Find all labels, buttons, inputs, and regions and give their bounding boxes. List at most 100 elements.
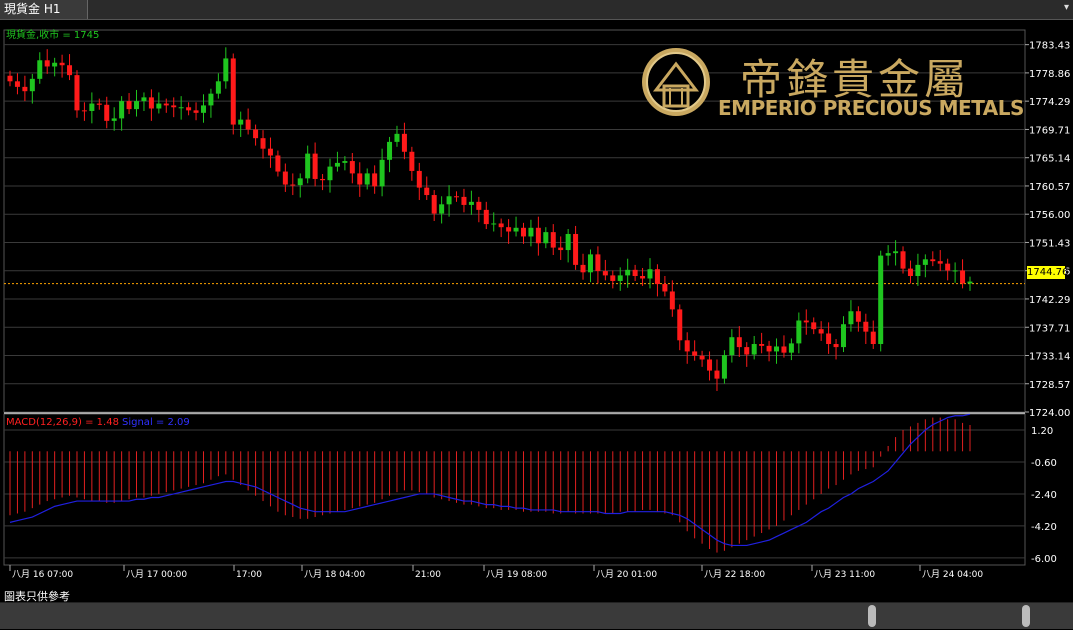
candle-body	[454, 196, 460, 198]
price-tick-label: 1724.00	[1029, 408, 1070, 419]
scroll-thumb-handle[interactable]	[868, 605, 876, 627]
candle-body	[297, 178, 303, 186]
candle-body	[952, 270, 958, 272]
candle-body	[811, 322, 817, 330]
candle-body	[506, 227, 512, 232]
candle-body	[878, 255, 884, 345]
macd-panel-frame	[3, 413, 1026, 566]
candle-body	[751, 344, 757, 355]
current-price-tag: 1744.76	[1027, 266, 1069, 279]
candle-body	[580, 264, 586, 273]
time-tick-label: 八月 19 08:00	[486, 569, 547, 580]
candle-body	[960, 270, 966, 284]
macd-label: MACD(12,26,9) = 1.48	[6, 417, 119, 428]
candle-body	[67, 65, 73, 76]
candle-body	[826, 333, 832, 345]
price-tick-label: 1737.71	[1029, 323, 1070, 334]
candle-body	[320, 178, 326, 181]
time-tick-label: 21:00	[415, 570, 441, 580]
candle-body	[104, 104, 110, 121]
candle-body	[223, 58, 229, 82]
candle-body	[692, 351, 698, 356]
candle-body	[267, 148, 273, 156]
candle-body	[535, 227, 541, 244]
macd-tick-label: -2.40	[1031, 490, 1057, 501]
price-tick-label: 1728.57	[1029, 380, 1070, 391]
candle-body	[282, 171, 288, 185]
candle-body	[922, 259, 928, 265]
candle-body	[855, 311, 861, 322]
candle-body	[253, 129, 259, 139]
candle-body	[669, 291, 675, 310]
candle-body	[491, 223, 497, 225]
candle-body	[647, 269, 653, 279]
candle-body	[513, 227, 519, 232]
horizontal-scrollbar[interactable]	[0, 602, 1073, 629]
candle-body	[193, 110, 199, 113]
candle-body	[305, 153, 311, 179]
candle-body	[699, 355, 705, 360]
price-tick-label: 1769.71	[1029, 125, 1070, 136]
candle-body	[29, 78, 35, 92]
candle-body	[59, 62, 65, 66]
candle-body	[766, 345, 772, 352]
candle-body	[342, 161, 348, 163]
candle-body	[163, 103, 169, 106]
candle-body	[796, 320, 802, 344]
candle-body	[74, 75, 80, 111]
candle-body	[134, 101, 140, 110]
candle-body	[439, 204, 445, 214]
candle-body	[863, 321, 869, 332]
candle-body	[937, 261, 943, 264]
candle-body	[677, 309, 683, 341]
candle-body	[498, 223, 504, 228]
candle-body	[275, 155, 281, 172]
candle-body	[640, 276, 646, 279]
candle-body	[781, 346, 787, 353]
macd-tick-label: -0.60	[1031, 458, 1057, 469]
candle-body	[245, 119, 251, 130]
candle-body	[885, 253, 891, 256]
scroll-end-handle[interactable]	[1022, 605, 1030, 627]
candle-body	[707, 359, 713, 371]
candle-body	[721, 355, 727, 379]
candle-body	[476, 201, 482, 210]
candle-body	[550, 232, 556, 248]
candle-body	[736, 337, 742, 348]
candle-body	[930, 259, 936, 262]
candle-body	[238, 119, 244, 125]
candle-body	[111, 118, 117, 121]
price-tick-label: 1756.00	[1029, 210, 1070, 221]
time-tick-label: 八月 17 00:00	[126, 569, 187, 580]
candle-body	[833, 344, 839, 348]
candle-body	[387, 141, 393, 160]
candle-body	[558, 247, 564, 251]
candle-body	[171, 105, 177, 108]
candle-body	[178, 107, 184, 109]
candle-body	[230, 58, 236, 125]
tab-bar: 現貨金 H1 ▾	[0, 0, 1073, 20]
macd-tick-label: 1.20	[1031, 426, 1053, 437]
candle-body	[729, 337, 735, 356]
candle-body	[357, 173, 363, 185]
candle-body	[662, 284, 668, 292]
candle-body	[602, 271, 608, 276]
time-tick-label: 八月 23 11:00	[814, 569, 875, 580]
tab-menu-icon[interactable]: ▾	[1064, 2, 1069, 13]
candle-body	[401, 133, 407, 152]
candle-body	[89, 103, 95, 111]
candle-body	[260, 138, 266, 149]
candle-body	[394, 133, 400, 142]
tab-chart[interactable]: 現貨金 H1	[0, 0, 88, 19]
candle-body	[44, 60, 50, 67]
candle-body	[625, 269, 631, 276]
price-tick-label: 1783.43	[1029, 41, 1070, 52]
candle-body	[684, 340, 690, 352]
candle-body	[364, 173, 370, 185]
macd-tick-label: -6.00	[1031, 554, 1057, 565]
candle-body	[208, 93, 214, 106]
candle-body	[200, 105, 206, 113]
macd-tick-label: -4.20	[1031, 522, 1057, 533]
candle-body	[468, 201, 474, 205]
price-tick-label: 1760.57	[1029, 182, 1070, 193]
